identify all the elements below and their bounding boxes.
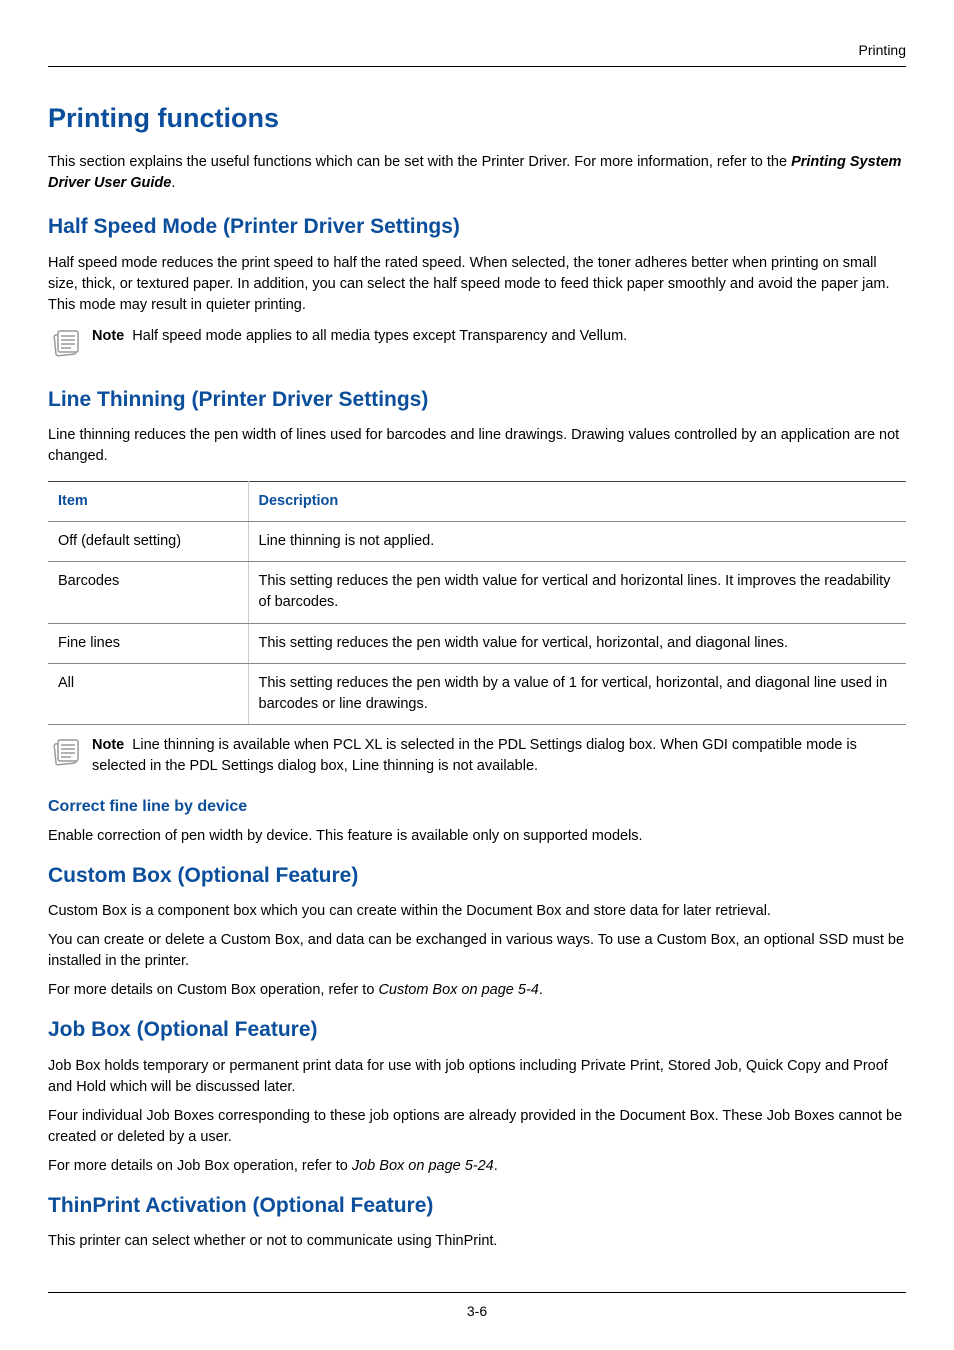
job-box-p3-pre: For more details on Job Box operation, r…: [48, 1158, 352, 1174]
note-body: Line thinning is available when PCL XL i…: [92, 737, 857, 774]
job-box-ref: Job Box on page 5-24: [352, 1158, 494, 1174]
note-label: Note: [92, 737, 124, 753]
heading-thinprint: ThinPrint Activation (Optional Feature): [48, 1191, 906, 1221]
custom-box-p3-post: .: [539, 982, 543, 998]
note-body: Half speed mode applies to all media typ…: [132, 328, 627, 344]
header-section-label: Printing: [859, 42, 906, 58]
custom-box-p1: Custom Box is a component box which you …: [48, 901, 906, 922]
table-cell-desc: This setting reduces the pen width value…: [248, 623, 906, 663]
table-cell-desc: This setting reduces the pen width by a …: [248, 663, 906, 724]
page-header: Printing: [48, 40, 906, 67]
page-number: 3-6: [467, 1303, 487, 1319]
job-box-p2: Four individual Job Boxes corresponding …: [48, 1106, 906, 1148]
custom-box-p3: For more details on Custom Box operation…: [48, 980, 906, 1001]
half-speed-body: Half speed mode reduces the print speed …: [48, 253, 906, 316]
custom-box-p3-pre: For more details on Custom Box operation…: [48, 982, 378, 998]
note-icon: [48, 326, 84, 367]
note-line-thinning-text: Note Line thinning is available when PCL…: [92, 735, 906, 777]
job-box-p3-post: .: [494, 1158, 498, 1174]
intro-post: .: [171, 175, 175, 191]
heading-half-speed: Half Speed Mode (Printer Driver Settings…: [48, 212, 906, 242]
intro-paragraph: This section explains the useful functio…: [48, 152, 906, 194]
table-row: Fine lines This setting reduces the pen …: [48, 623, 906, 663]
heading-custom-box: Custom Box (Optional Feature): [48, 861, 906, 891]
custom-box-ref: Custom Box on page 5-4: [378, 982, 538, 998]
table-cell-item: All: [48, 663, 248, 724]
table-cell-item: Off (default setting): [48, 522, 248, 562]
note-icon: [48, 735, 84, 776]
table-row: Barcodes This setting reduces the pen wi…: [48, 562, 906, 623]
note-half-speed: Note Half speed mode applies to all medi…: [48, 326, 906, 367]
table-row: Off (default setting) Line thinning is n…: [48, 522, 906, 562]
page-footer: 3-6: [48, 1292, 906, 1321]
note-line-thinning: Note Line thinning is available when PCL…: [48, 735, 906, 777]
note-half-speed-text: Note Half speed mode applies to all medi…: [92, 326, 906, 347]
heading-line-thinning: Line Thinning (Printer Driver Settings): [48, 385, 906, 415]
custom-box-p2: You can create or delete a Custom Box, a…: [48, 930, 906, 972]
page-title: Printing functions: [48, 99, 906, 138]
line-thinning-body: Line thinning reduces the pen width of l…: [48, 425, 906, 467]
table-header-item: Item: [48, 482, 248, 522]
table-cell-item: Barcodes: [48, 562, 248, 623]
correct-fine-line-body: Enable correction of pen width by device…: [48, 826, 906, 847]
heading-job-box: Job Box (Optional Feature): [48, 1015, 906, 1045]
table-header-description: Description: [248, 482, 906, 522]
heading-correct-fine-line: Correct fine line by device: [48, 795, 906, 818]
table-cell-desc: This setting reduces the pen width value…: [248, 562, 906, 623]
table-cell-item: Fine lines: [48, 623, 248, 663]
table-cell-desc: Line thinning is not applied.: [248, 522, 906, 562]
line-thinning-table: Item Description Off (default setting) L…: [48, 481, 906, 724]
intro-pre: This section explains the useful functio…: [48, 154, 791, 170]
job-box-p3: For more details on Job Box operation, r…: [48, 1156, 906, 1177]
thinprint-body: This printer can select whether or not t…: [48, 1231, 906, 1252]
note-label: Note: [92, 328, 124, 344]
job-box-p1: Job Box holds temporary or permanent pri…: [48, 1056, 906, 1098]
table-row: All This setting reduces the pen width b…: [48, 663, 906, 724]
